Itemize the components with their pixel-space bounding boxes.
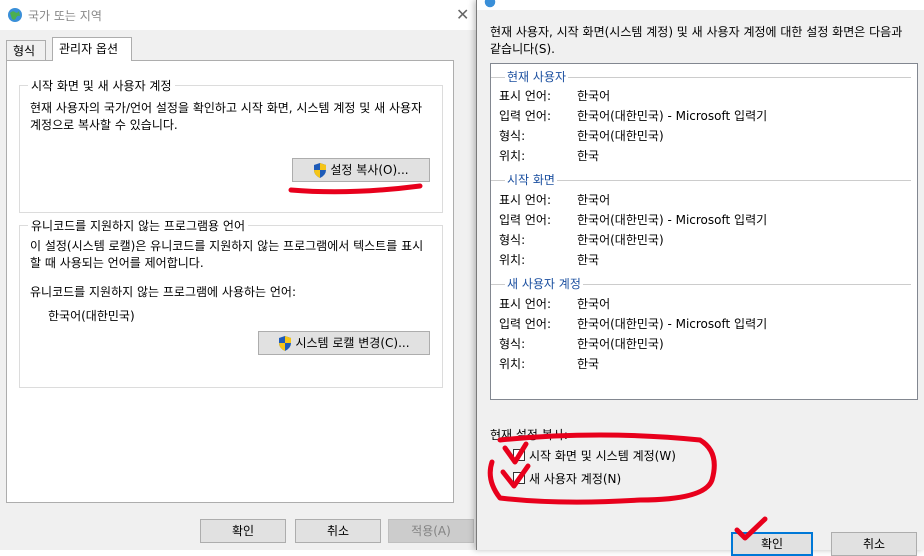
row-value: 한국 bbox=[577, 253, 600, 267]
shield-icon bbox=[314, 163, 327, 178]
checkbox-label[interactable]: 새 사용자 계정(N) bbox=[529, 470, 621, 487]
group-title: 유니코드를 지원하지 않는 프로그램용 언어 bbox=[28, 217, 248, 234]
settings-row: 표시 언어: 한국어 bbox=[499, 295, 909, 313]
row-value: 한국어(대한민국) bbox=[577, 129, 664, 143]
button-label: 설정 복사(O)... bbox=[330, 163, 409, 177]
row-value: 한국어 bbox=[577, 193, 611, 207]
cancel-button[interactable]: 취소 bbox=[831, 532, 917, 556]
shield-icon bbox=[279, 336, 292, 351]
admin-options-panel: 시작 화면 및 새 사용자 계정 현재 사용자의 국가/언어 설정을 확인하고 … bbox=[6, 60, 454, 503]
row-label: 형식: bbox=[499, 129, 526, 143]
row-value: 한국어 bbox=[577, 89, 611, 103]
titlebar: 국가 또는 지역 ✕ bbox=[0, 0, 478, 30]
row-label: 입력 언어: bbox=[499, 109, 552, 123]
globe-icon bbox=[484, 0, 496, 8]
section-title: 새 사용자 계정 bbox=[505, 275, 583, 292]
welcome-screen-group: 시작 화면 및 새 사용자 계정 현재 사용자의 국가/언어 설정을 확인하고 … bbox=[19, 77, 443, 213]
ok-button[interactable]: 확인 bbox=[731, 532, 813, 556]
settings-row: 위치: 한국 bbox=[499, 355, 909, 373]
row-label: 위치: bbox=[499, 357, 526, 371]
settings-summary-box: 현재 사용자 표시 언어: 한국어 입력 언어: 한국어(대한민국) - Mic… bbox=[490, 63, 918, 400]
current-locale-value: 한국어(대한민국) bbox=[48, 309, 135, 323]
row-label: 표시 언어: bbox=[499, 89, 552, 103]
row-label: 위치: bbox=[499, 253, 526, 267]
row-value: 한국 bbox=[577, 149, 600, 163]
section-header-current-user: 현재 사용자 bbox=[491, 68, 917, 85]
button-label: 시스템 로캘 변경(C)... bbox=[295, 336, 410, 350]
section-title: 시작 화면 bbox=[505, 171, 557, 188]
copy-current-settings-label: 현재 설정 복사: bbox=[490, 428, 568, 442]
settings-row: 입력 언어: 한국어(대한민국) - Microsoft 입력기 bbox=[499, 315, 909, 333]
ok-button[interactable]: 확인 bbox=[200, 519, 286, 543]
tab-admin-options[interactable]: 관리자 옵션 bbox=[52, 37, 132, 61]
settings-row: 입력 언어: 한국어(대한민국) - Microsoft 입력기 bbox=[499, 211, 909, 229]
non-unicode-group: 유니코드를 지원하지 않는 프로그램용 언어 이 설정(시스템 로캘)은 유니코… bbox=[19, 217, 443, 388]
cancel-button[interactable]: 취소 bbox=[295, 519, 381, 543]
row-value: 한국 bbox=[577, 357, 600, 371]
row-label: 형식: bbox=[499, 337, 526, 351]
checkbox-box[interactable] bbox=[513, 449, 525, 461]
checkbox-box[interactable] bbox=[513, 472, 525, 484]
row-label: 위치: bbox=[499, 149, 526, 163]
apply-button[interactable]: 적용(A) bbox=[388, 519, 474, 543]
row-label: 표시 언어: bbox=[499, 193, 552, 207]
settings-row: 형식: 한국어(대한민국) bbox=[499, 127, 909, 145]
settings-row: 위치: 한국 bbox=[499, 147, 909, 165]
row-value: 한국어(대한민국) - Microsoft 입력기 bbox=[577, 213, 768, 227]
group-title: 시작 화면 및 새 사용자 계정 bbox=[28, 77, 175, 94]
settings-row: 표시 언어: 한국어 bbox=[499, 191, 909, 209]
row-value: 한국어(대한민국) bbox=[577, 233, 664, 247]
settings-row: 입력 언어: 한국어(대한민국) - Microsoft 입력기 bbox=[499, 107, 909, 125]
row-label: 입력 언어: bbox=[499, 317, 552, 331]
titlebar bbox=[477, 0, 924, 10]
settings-row: 위치: 한국 bbox=[499, 251, 909, 269]
row-value: 한국어(대한민국) bbox=[577, 337, 664, 351]
group-description: 현재 사용자의 국가/언어 설정을 확인하고 시작 화면, 시스템 계정 및 새… bbox=[30, 101, 423, 132]
current-locale-label: 유니코드를 지원하지 않는 프로그램에 사용하는 언어: bbox=[30, 285, 296, 299]
change-system-locale-button[interactable]: 시스템 로캘 변경(C)... bbox=[258, 331, 430, 355]
copy-settings-button[interactable]: 설정 복사(O)... bbox=[292, 158, 430, 182]
region-dialog: 국가 또는 지역 ✕ 형식 관리자 옵션 시작 화면 및 새 사용자 계정 현재… bbox=[0, 0, 478, 550]
tab-formats[interactable]: 형식 bbox=[6, 40, 46, 60]
group-description: 이 설정(시스템 로캘)은 유니코드를 지원하지 않는 프로그램에서 텍스트를 … bbox=[30, 239, 424, 270]
row-label: 표시 언어: bbox=[499, 297, 552, 311]
checkbox-label[interactable]: 시작 화면 및 시스템 계정(W) bbox=[529, 447, 676, 464]
settings-row: 형식: 한국어(대한민국) bbox=[499, 335, 909, 353]
settings-row: 형식: 한국어(대한민국) bbox=[499, 231, 909, 249]
row-label: 입력 언어: bbox=[499, 213, 552, 227]
section-header-new-user: 새 사용자 계정 bbox=[491, 275, 917, 292]
intro-text: 현재 사용자, 시작 화면(시스템 계정) 및 새 사용자 계정에 대한 설정 … bbox=[490, 25, 903, 56]
window-title: 국가 또는 지역 bbox=[28, 9, 102, 23]
settings-row: 표시 언어: 한국어 bbox=[499, 87, 909, 105]
row-value: 한국어(대한민국) - Microsoft 입력기 bbox=[577, 317, 768, 331]
row-label: 형식: bbox=[499, 233, 526, 247]
row-value: 한국어(대한민국) - Microsoft 입력기 bbox=[577, 109, 768, 123]
close-icon[interactable]: ✕ bbox=[456, 5, 469, 24]
globe-icon bbox=[8, 8, 22, 22]
row-value: 한국어 bbox=[577, 297, 611, 311]
section-title: 현재 사용자 bbox=[505, 68, 569, 85]
copy-settings-dialog: 현재 사용자, 시작 화면(시스템 계정) 및 새 사용자 계정에 대한 설정 … bbox=[476, 0, 924, 556]
section-header-welcome-screen: 시작 화면 bbox=[491, 171, 917, 188]
